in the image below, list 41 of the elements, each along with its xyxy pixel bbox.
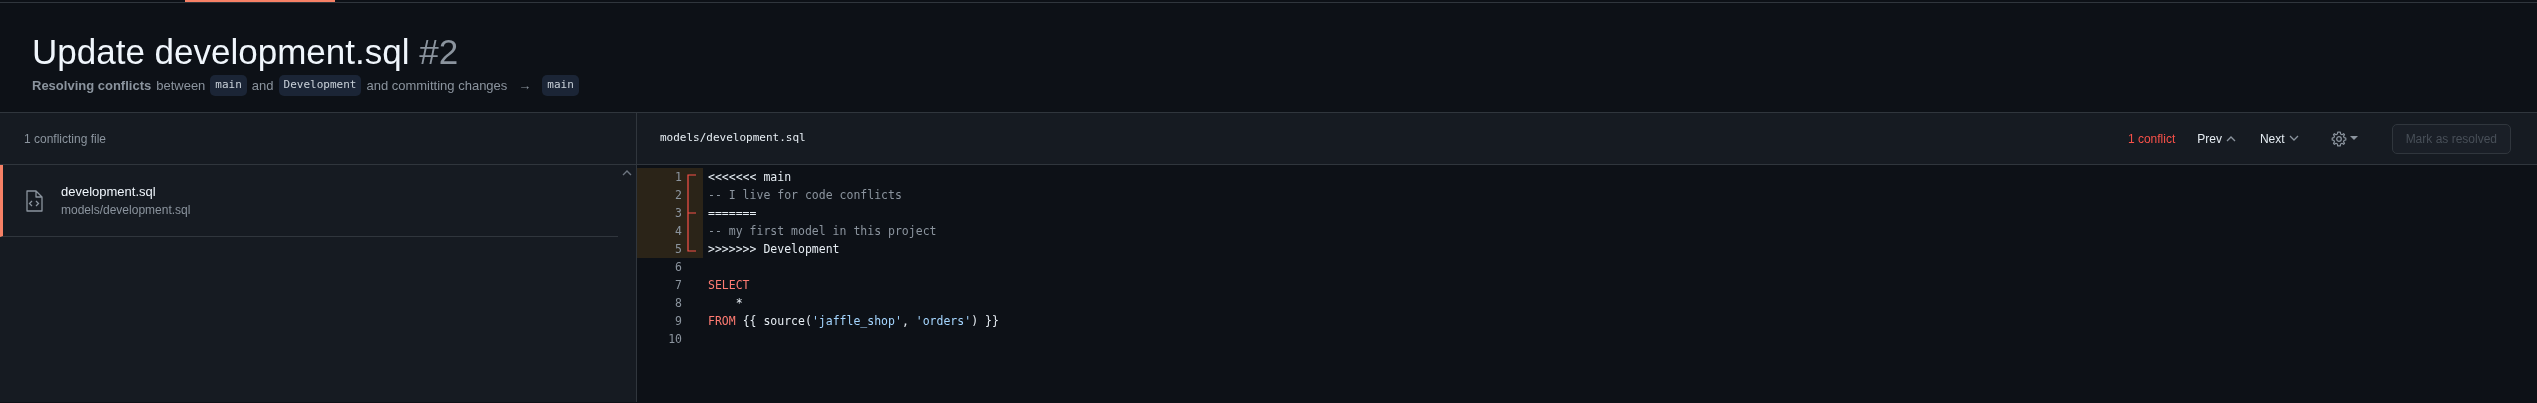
conflict-count: 1 conflict xyxy=(2127,130,2176,148)
code-line: -- I live for code conflicts xyxy=(707,187,902,204)
subtitle-text: and committing changes xyxy=(366,76,508,95)
line-number: 2 xyxy=(674,187,682,204)
code-line: >>>>>>> Development xyxy=(707,241,840,258)
subtitle-text: and xyxy=(251,76,274,95)
settings-button[interactable] xyxy=(2330,130,2358,147)
page-title: Update development.sql #2 xyxy=(32,31,460,73)
line-number: 9 xyxy=(674,313,682,330)
code-line: ======= xyxy=(707,205,757,222)
chevron-up-icon xyxy=(2225,135,2236,142)
line-number: 3 xyxy=(674,205,682,222)
code-line: SELECT xyxy=(707,277,750,294)
code-line: FROM {{ source('jaffle_shop', 'orders') }} xyxy=(707,313,999,330)
file-path: models/development.sql xyxy=(660,130,806,147)
line-number: 10 xyxy=(667,331,682,348)
line-number: 1 xyxy=(674,169,682,186)
subtitle-text: Resolving conflicts xyxy=(32,76,152,95)
file-name: development.sql xyxy=(61,182,157,201)
line-number: 4 xyxy=(674,223,682,240)
code-file-icon xyxy=(25,189,43,212)
line-number: 8 xyxy=(674,295,682,312)
code-line: -- my first model in this project xyxy=(707,223,937,240)
file-list-item[interactable]: development.sql models/development.sql xyxy=(0,165,618,237)
code-line: <<<<<<< main xyxy=(707,169,792,186)
code-line: * xyxy=(734,295,743,312)
line-number: 6 xyxy=(674,259,682,276)
branch-tag: main xyxy=(210,75,247,96)
next-button[interactable]: Next xyxy=(2259,129,2299,148)
line-number: 7 xyxy=(674,277,682,294)
line-number: 5 xyxy=(674,241,682,258)
dropdown-caret-icon xyxy=(2349,136,2358,141)
branch-tag: main xyxy=(542,75,579,96)
subtitle-text: between xyxy=(156,76,206,95)
file-path: models/development.sql xyxy=(61,202,191,220)
branch-tag: Development xyxy=(278,75,362,96)
prev-button[interactable]: Prev xyxy=(2197,129,2236,148)
chevron-down-icon xyxy=(2288,135,2299,142)
scroll-up-icon[interactable] xyxy=(622,169,632,177)
conflict-count-heading: 1 conflicting file xyxy=(0,113,636,165)
arrow-icon: → xyxy=(518,75,532,95)
